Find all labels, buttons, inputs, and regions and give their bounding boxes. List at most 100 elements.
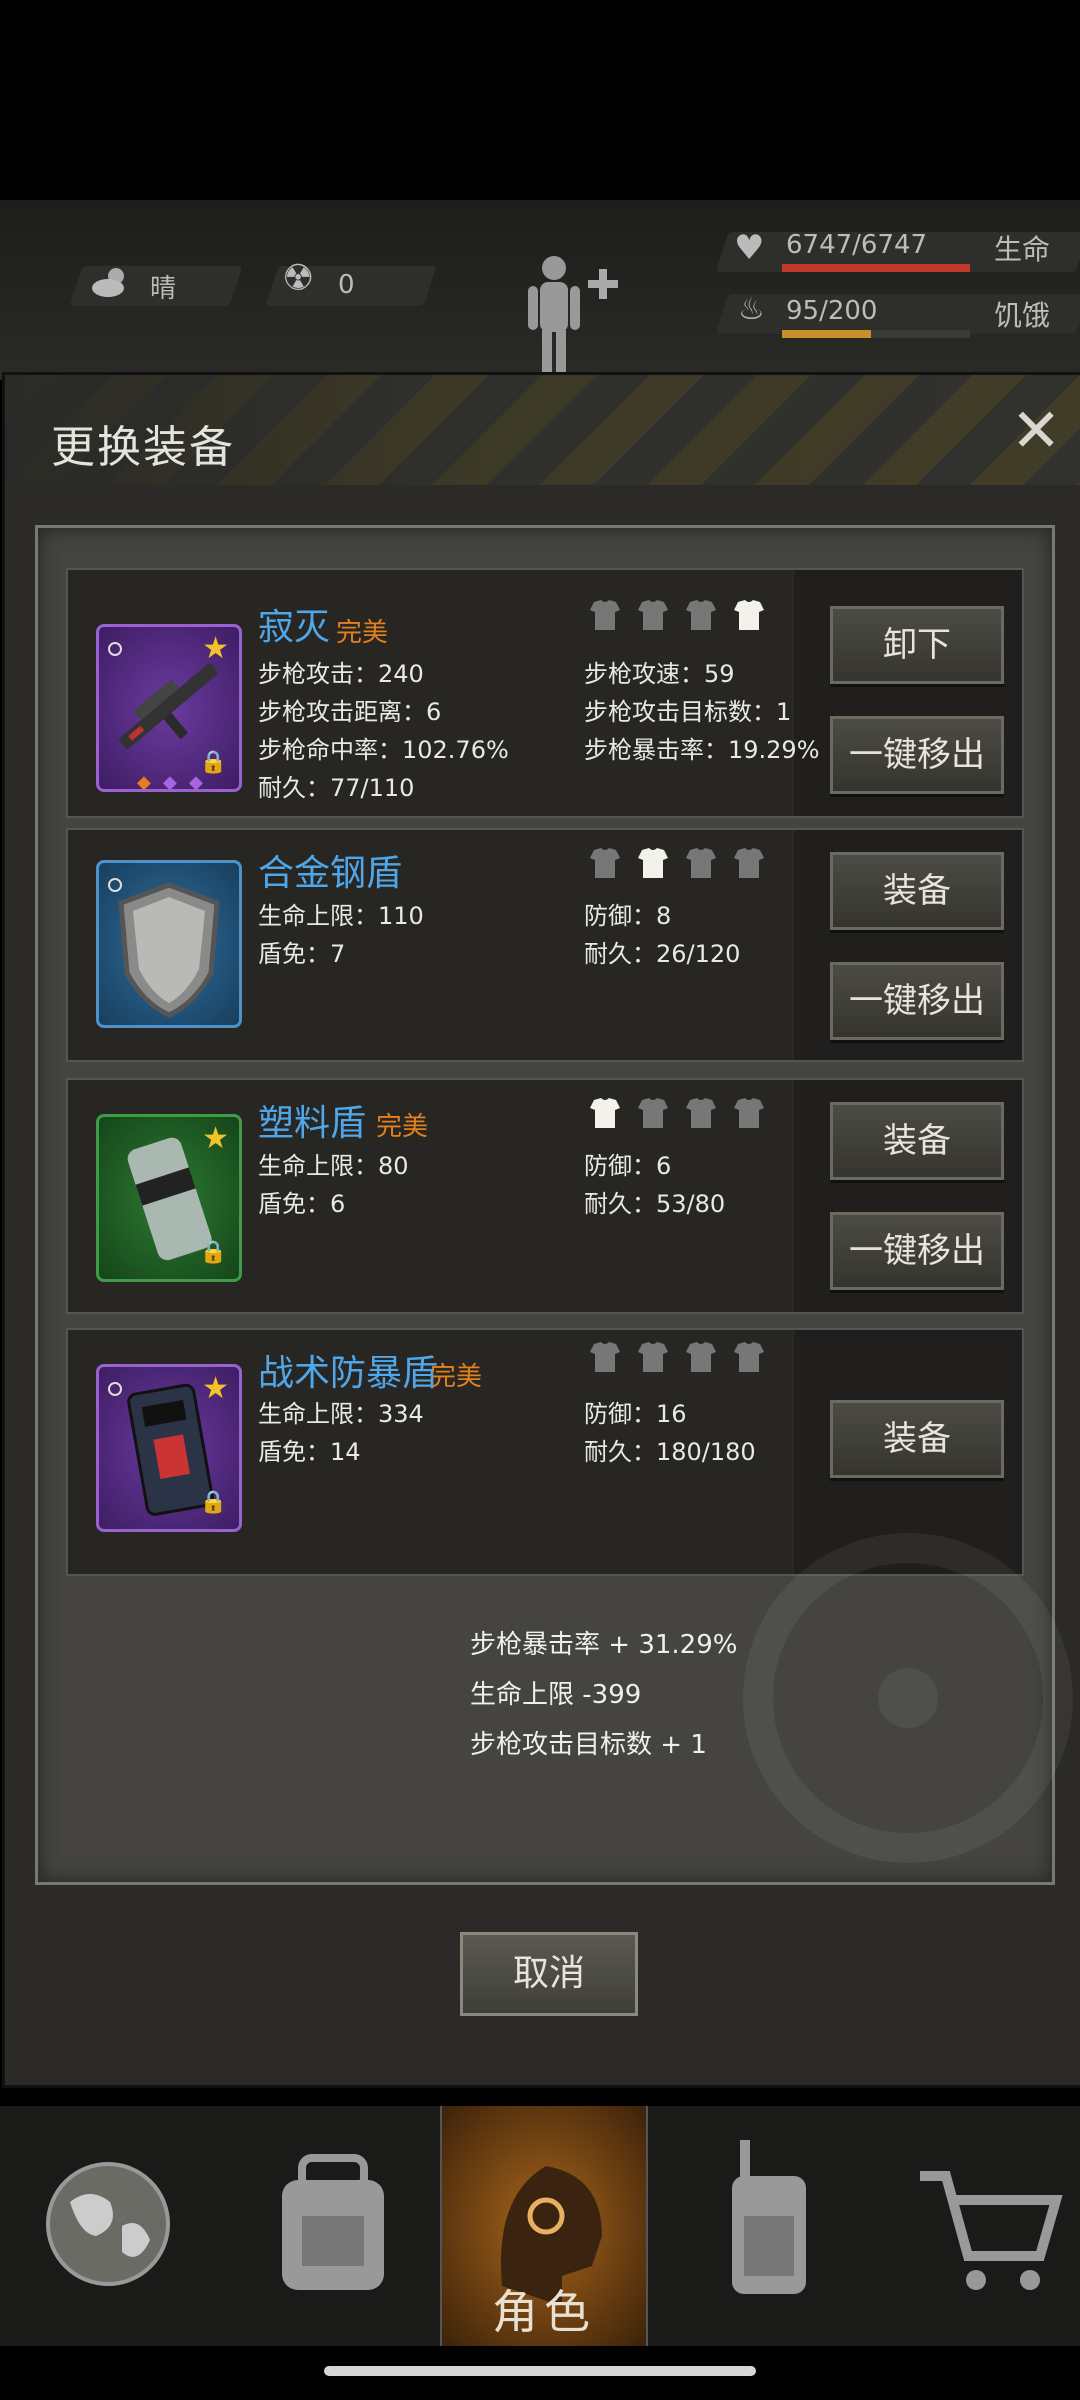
radiation-watermark-icon <box>743 1533 1073 1863</box>
gem-orange-icon: ◆ <box>137 772 151 793</box>
shirt-tier-4-icon <box>734 1342 764 1372</box>
stat-left: 步枪命中率：102.76% <box>258 736 509 764</box>
stat-right: 防御：6 <box>584 1152 672 1180</box>
weather-text: 晴 <box>150 274 177 304</box>
stat-left: 盾免：7 <box>258 940 346 968</box>
hunger-bar <box>782 330 970 338</box>
globe-icon <box>46 2162 170 2286</box>
shirt-tier-1-icon <box>590 1098 620 1128</box>
nav-tab-world[interactable] <box>0 2106 200 2346</box>
nav-tab-shop[interactable] <box>880 2106 1080 2346</box>
hunger-value: 95/200 <box>786 296 878 326</box>
stat-left: 盾免：14 <box>258 1438 361 1466</box>
quality-badge: 完美 <box>376 1112 429 1142</box>
heart-icon: ♥ <box>734 228 765 268</box>
lock-icon: 🔒 <box>199 1240 227 1265</box>
quality-badge: 完美 <box>336 618 389 648</box>
stat-left: 生命上限：110 <box>258 902 424 930</box>
stat-left: 生命上限：334 <box>258 1400 424 1428</box>
plastic-shield-icon[interactable]: ★ 🔒 <box>96 1114 242 1282</box>
star-icon: ★ <box>202 1121 229 1156</box>
steel-shield-icon[interactable] <box>96 860 242 1028</box>
stat-left: 步枪攻击距离：6 <box>258 698 442 726</box>
life-bar <box>782 264 970 272</box>
equip-button[interactable]: 装备 <box>830 1102 1004 1180</box>
shirt-tier-1-icon <box>590 848 620 878</box>
stat-right: 步枪攻速：59 <box>584 660 735 688</box>
backpack-icon <box>282 2154 384 2290</box>
riot-shield-icon[interactable]: ★ 🔒 <box>96 1364 242 1532</box>
close-icon[interactable]: ✕ <box>1011 401 1061 461</box>
shirt-tier-1-icon <box>590 600 620 630</box>
shirt-tier-2-icon <box>638 848 668 878</box>
stat-right: 耐久：26/120 <box>584 940 741 968</box>
quality-badge: 完美 <box>430 1362 483 1392</box>
radiation-icon: ☢ <box>282 258 315 299</box>
stat-left: 耐久：77/110 <box>258 774 415 802</box>
quick-remove-button[interactable]: 一键移出 <box>830 962 1004 1040</box>
quick-remove-button[interactable]: 一键移出 <box>830 716 1004 794</box>
nav-tab-character[interactable]: 角色 <box>440 2106 648 2346</box>
equipment-card-3: ★ 🔒 塑料盾 完美 生命上限：80 盾免：6 防御：6 耐久：53/80 装备… <box>66 1078 1024 1314</box>
rifle-icon[interactable]: ★ 🔒 ◆ ◆ ◆ <box>96 624 242 793</box>
shirt-tier-1-icon <box>590 1342 620 1372</box>
shirt-tier-2-icon <box>638 1342 668 1372</box>
bonus-stat: 生命上限 -399 <box>470 1680 642 1710</box>
lock-icon: 🔒 <box>199 750 227 775</box>
dialog-title: 更换装备 <box>51 422 235 473</box>
equipment-list[interactable]: ★ 🔒 ◆ ◆ ◆ 寂灭 完美 步枪攻击：240 步枪攻击距离：6 步枪命中率：… <box>35 525 1073 1885</box>
hunger-label: 饥饿 <box>994 299 1051 332</box>
bonus-stat: 步枪暴击率 + 31.29% <box>470 1630 738 1660</box>
cart-icon <box>920 2171 1063 2290</box>
shirt-tier-3-icon <box>686 1342 716 1372</box>
hunger-bar-fill <box>782 330 872 338</box>
stat-left: 盾免：6 <box>258 1190 346 1218</box>
nav-tab-backpack[interactable] <box>230 2106 430 2346</box>
shirt-tier-4-icon <box>734 848 764 878</box>
bottom-nav: 角色 <box>0 2106 1080 2346</box>
item-name: 塑料盾 <box>258 1103 367 1144</box>
shirt-tier-3-icon <box>686 1098 716 1128</box>
star-icon: ★ <box>202 1371 229 1406</box>
life-bar-fill <box>782 264 970 272</box>
item-name: 寂灭 <box>258 607 331 648</box>
life-label: 生命 <box>994 233 1051 266</box>
home-indicator[interactable] <box>324 2366 756 2376</box>
cancel-button[interactable]: 取消 <box>460 1932 638 2016</box>
shirt-tier-2-icon <box>638 600 668 630</box>
shirt-tier-3-icon <box>686 600 716 630</box>
stat-right: 步枪暴击率：19.29% <box>584 736 820 764</box>
nav-active-label: 角色 <box>492 2285 596 2339</box>
equipment-card-1: ★ 🔒 ◆ ◆ ◆ 寂灭 完美 步枪攻击：240 步枪攻击距离：6 步枪命中率：… <box>66 568 1024 818</box>
item-name: 战术防暴盾 <box>258 1353 439 1394</box>
shirt-tier-2-icon <box>638 1098 668 1128</box>
lock-icon: 🔒 <box>199 1490 227 1515</box>
status-hud: 晴 ☢ 0 ♥ 6747/6747 生命 ♨ 95/200 饥饿 <box>0 200 1080 382</box>
item-name: 合金钢盾 <box>258 853 403 894</box>
stat-right: 步枪攻击目标数：1 <box>584 698 792 726</box>
stat-right: 防御：16 <box>584 1400 687 1428</box>
quick-remove-button[interactable]: 一键移出 <box>830 1212 1004 1290</box>
equipment-card-2: 合金钢盾 生命上限：110 盾免：7 防御：8 耐久：26/120 装备 一键移… <box>66 828 1024 1062</box>
stat-right: 耐久：53/80 <box>584 1190 726 1218</box>
equip-button[interactable]: 装备 <box>830 1400 1004 1478</box>
nav-tab-radio[interactable] <box>660 2106 860 2346</box>
star-icon: ★ <box>202 631 229 666</box>
radiation-value: 0 <box>338 270 355 300</box>
cloud-sun-icon <box>92 268 124 297</box>
stat-left: 生命上限：80 <box>258 1152 409 1180</box>
gem-purple-icon: ◆ <box>189 772 203 793</box>
radio-icon <box>732 2140 806 2294</box>
shirt-tier-4-icon <box>734 600 764 630</box>
unequip-button[interactable]: 卸下 <box>830 606 1004 684</box>
bonus-stat: 步枪攻击目标数 + 1 <box>470 1730 707 1760</box>
body-health-icon[interactable] <box>520 254 620 384</box>
stat-right: 防御：8 <box>584 902 672 930</box>
life-value: 6747/6747 <box>786 230 928 260</box>
gem-purple-icon: ◆ <box>163 772 177 793</box>
shirt-tier-4-icon <box>734 1098 764 1128</box>
stat-left: 步枪攻击：240 <box>258 660 424 688</box>
shirt-tier-3-icon <box>686 848 716 878</box>
stomach-icon: ♨ <box>738 292 765 327</box>
equip-button[interactable]: 装备 <box>830 852 1004 930</box>
